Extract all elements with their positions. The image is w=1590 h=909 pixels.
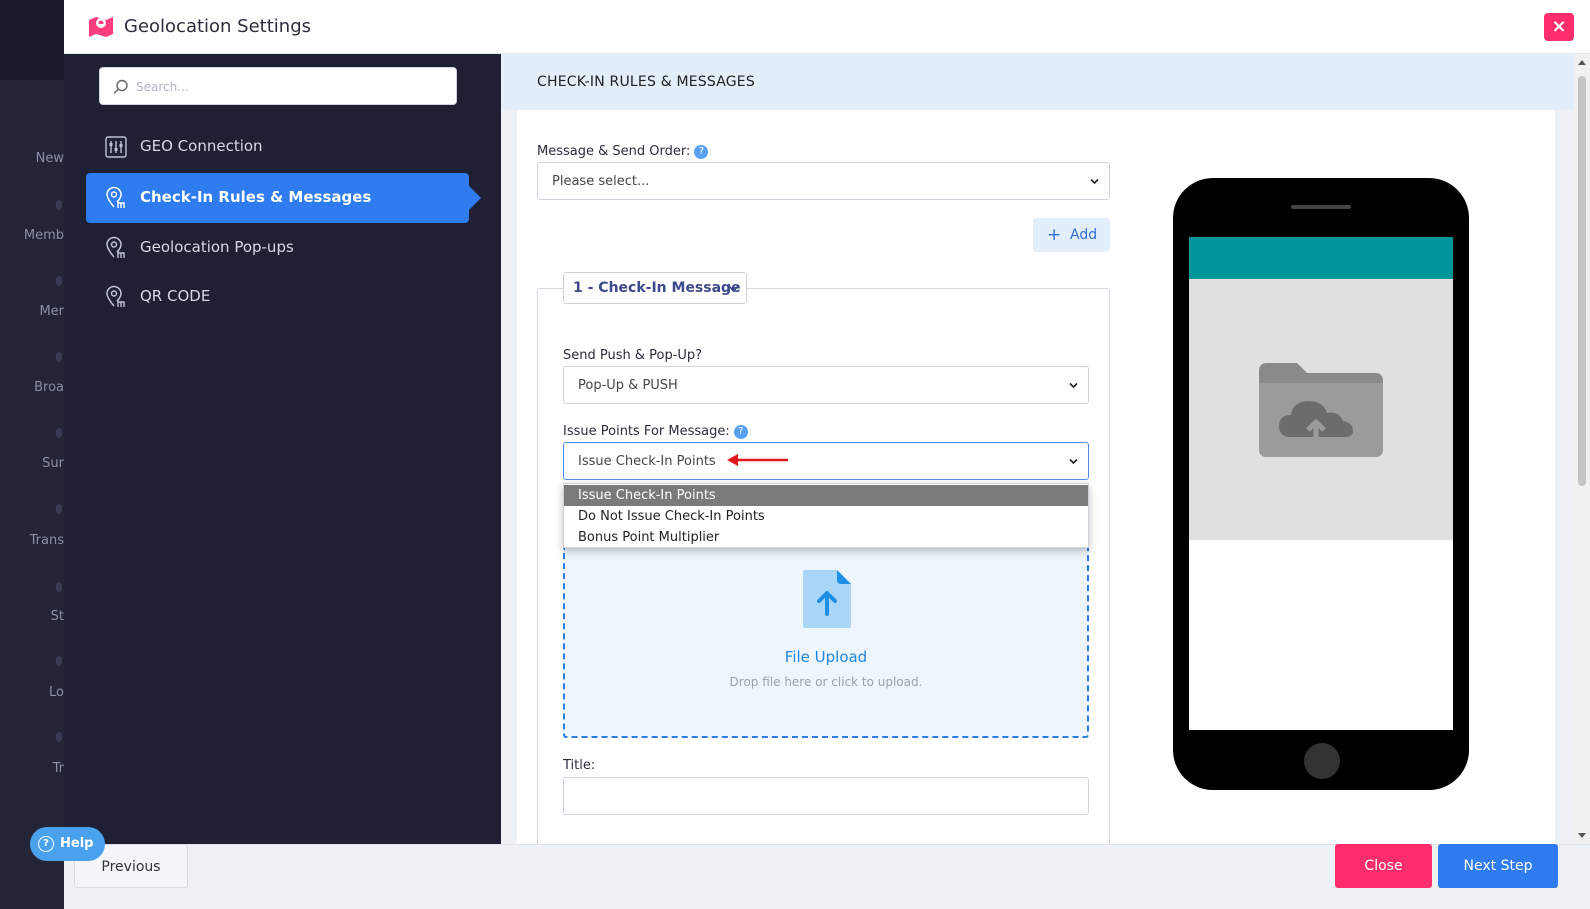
phone-preview <box>1173 178 1469 790</box>
upload-subtitle: Drop file here or click to upload. <box>729 675 923 689</box>
background-header <box>0 0 64 80</box>
bg-nav-icon <box>56 504 62 514</box>
add-button-label: Add <box>1070 227 1098 243</box>
issue-points-label: Issue Points For Message:? <box>563 424 748 439</box>
send-order-label-text: Message & Send Order: <box>537 144 691 159</box>
add-button[interactable]: + Add <box>1033 218 1110 252</box>
help-tooltip-icon[interactable]: ? <box>694 145 709 159</box>
file-upload-icon <box>803 570 851 628</box>
modal-close-button[interactable]: × <box>1544 13 1574 41</box>
close-button[interactable]: Close <box>1335 844 1432 888</box>
chevron-down-icon <box>728 285 739 293</box>
map-pin-icon <box>106 236 125 258</box>
bg-nav-item: Memb <box>23 228 64 243</box>
section-header: CHECK-IN RULES & MESSAGES <box>501 54 1590 110</box>
send-order-label: Message & Send Order:? <box>537 144 709 159</box>
sidebar-item-label: QR CODE <box>140 287 211 305</box>
bg-nav-item: Mer <box>39 304 64 319</box>
sidebar-item-label: Geolocation Pop-ups <box>140 238 294 256</box>
bg-nav-icon <box>56 352 62 362</box>
bg-nav-item: New <box>35 151 64 166</box>
upload-title: File Upload <box>784 648 868 666</box>
scroll-up-arrow[interactable] <box>1578 60 1586 65</box>
bg-nav-item: Broa <box>34 380 64 395</box>
message-tab-label: 1 - Check-In Message <box>573 280 741 296</box>
content-scrollbar[interactable] <box>1574 54 1590 844</box>
chevron-down-icon <box>1090 178 1099 185</box>
modal-footer: Previous Close Next Step <box>64 844 1590 909</box>
plus-icon: + <box>1047 225 1062 245</box>
bg-nav-icon <box>56 656 62 666</box>
bg-nav-item: Lo <box>49 685 64 700</box>
send-order-select[interactable]: Please select... <box>537 162 1110 200</box>
bg-nav-item: St <box>50 609 64 624</box>
form-content: Message & Send Order:? Please select... … <box>517 110 1555 844</box>
search-input[interactable] <box>136 77 436 97</box>
preview-image-area <box>1189 279 1453 540</box>
help-button[interactable]: ? Help <box>30 827 105 861</box>
modal-title: Geolocation Settings <box>124 16 312 37</box>
help-button-label: Help <box>60 836 94 851</box>
dropdown-option[interactable]: Do Not Issue Check-In Points <box>564 506 1088 527</box>
section-title: CHECK-IN RULES & MESSAGES <box>537 74 755 90</box>
bg-nav-icon <box>56 276 62 286</box>
sidebar-item-label: Check-In Rules & Messages <box>140 188 372 206</box>
modal-header: Geolocation Settings × <box>64 0 1590 54</box>
red-arrow-annotation <box>727 454 788 466</box>
sidebar-item-qr-code[interactable]: QR CODE <box>86 272 469 322</box>
map-pin-icon <box>106 186 125 208</box>
bg-nav-icon <box>56 582 62 592</box>
sidebar-item-geo-connection[interactable]: GEO Connection <box>86 122 469 172</box>
issue-points-value: Issue Check-In Points <box>578 454 716 469</box>
sliders-icon <box>105 136 127 158</box>
preview-header-bar <box>1189 237 1453 279</box>
message-tab[interactable]: 1 - Check-In Message <box>563 272 747 304</box>
phone-speaker <box>1291 205 1351 209</box>
main-panel: CHECK-IN RULES & MESSAGES Message & Send… <box>501 54 1590 844</box>
settings-sidebar: GEO Connection Check-In Rules & Messages… <box>64 54 509 844</box>
bg-nav-icon <box>56 200 62 210</box>
scroll-thumb[interactable] <box>1578 76 1586 486</box>
send-push-select[interactable]: Pop-Up & PUSH <box>563 366 1089 404</box>
issue-points-dropdown: Issue Check-In Points Do Not Issue Check… <box>563 483 1089 548</box>
sidebar-item-label: GEO Connection <box>140 137 263 155</box>
sidebar-item-check-in-rules[interactable]: Check-In Rules & Messages <box>86 173 481 223</box>
title-label: Title: <box>563 758 596 773</box>
folder-cloud-upload-icon <box>1259 363 1383 457</box>
sidebar-item-geolocation-popups[interactable]: Geolocation Pop-ups <box>86 223 469 273</box>
issue-points-label-text: Issue Points For Message: <box>563 424 730 439</box>
geolocation-settings-modal: Geolocation Settings × GEO Connection <box>64 0 1590 909</box>
next-step-button[interactable]: Next Step <box>1438 844 1558 888</box>
bg-nav-item: Trans <box>29 533 64 548</box>
chevron-down-icon <box>1069 458 1078 465</box>
sidebar-search <box>99 67 457 105</box>
background-app-nav: New Memb Mer Broa Sur Trans St Lo Tr <box>0 0 64 909</box>
help-circle-icon: ? <box>38 836 54 852</box>
map-pin-icon <box>106 285 125 307</box>
send-push-value: Pop-Up & PUSH <box>578 378 678 393</box>
issue-points-select[interactable]: Issue Check-In Points <box>563 442 1089 480</box>
file-upload-dropzone[interactable]: File Upload Drop file here or click to u… <box>563 548 1089 738</box>
map-logo-icon <box>89 17 113 37</box>
help-tooltip-icon[interactable]: ? <box>733 425 748 439</box>
bg-nav-icon <box>56 732 62 742</box>
bg-nav-icon <box>56 428 62 438</box>
title-input[interactable] <box>563 777 1089 815</box>
send-push-label: Send Push & Pop-Up? <box>563 348 703 363</box>
chevron-down-icon <box>1069 382 1078 389</box>
scroll-down-arrow[interactable] <box>1578 833 1586 838</box>
bg-nav-item: Sur <box>42 456 64 471</box>
send-order-value: Please select... <box>552 174 650 189</box>
dropdown-option[interactable]: Issue Check-In Points <box>564 485 1088 506</box>
dropdown-option[interactable]: Bonus Point Multiplier <box>564 527 1088 548</box>
search-icon <box>113 79 128 94</box>
phone-screen <box>1189 237 1453 730</box>
phone-home-button <box>1304 743 1340 779</box>
bg-nav-item: Tr <box>52 761 64 776</box>
